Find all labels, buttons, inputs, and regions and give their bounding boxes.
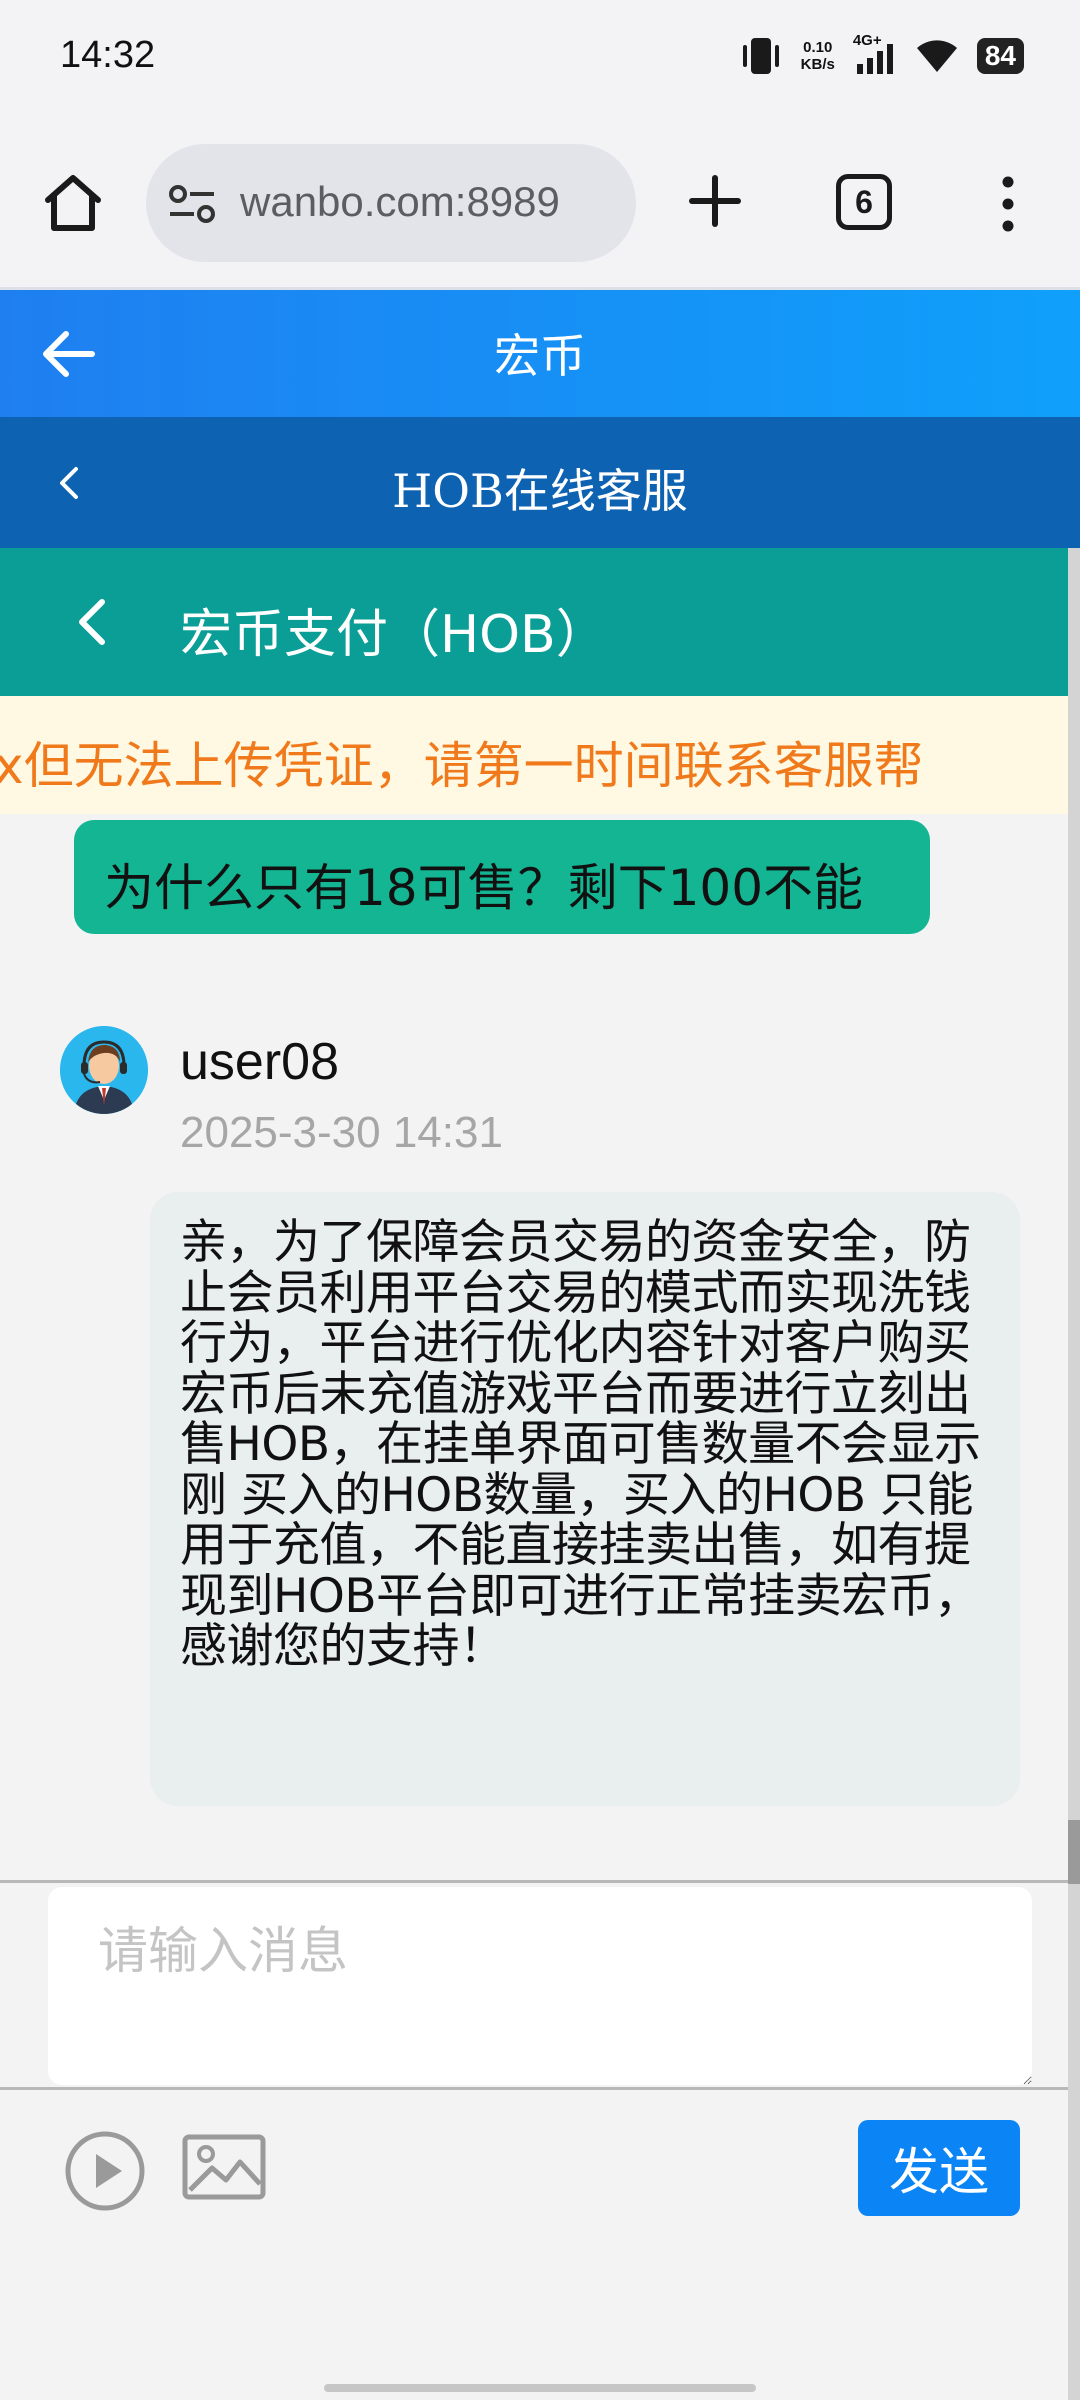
notice-text: x但无法上传凭证，请第一时间联系客服帮	[0, 737, 924, 795]
status-time: 14:32	[60, 34, 156, 76]
battery-indicator: 84	[976, 38, 1024, 74]
tabs-icon[interactable]: 6	[836, 174, 892, 230]
status-bar: 14:32 0.10 KB/s 4G+ 84	[0, 0, 1080, 118]
gesture-nav-handle[interactable]	[324, 2384, 756, 2392]
input-area	[0, 1880, 1068, 2090]
home-icon[interactable]	[40, 170, 106, 236]
network-type: 4G+	[853, 32, 897, 76]
signal-icon	[856, 44, 893, 74]
pay-title: 宏币支付（HOB）	[180, 605, 608, 665]
scrollbar-thumb[interactable]	[1068, 1820, 1080, 1884]
chat-toolbar: 发送	[0, 2090, 1068, 2400]
service-header: HOB在线客服	[0, 417, 1080, 548]
new-tab-icon[interactable]	[688, 174, 742, 228]
scrollbar-track[interactable]	[1068, 548, 1080, 2400]
avatar	[60, 1026, 148, 1114]
message-bubble: 亲，为了保障会员交易的资金安全，防止会员利用平台交易的模式而实现洗钱行为，平台进…	[150, 1192, 1020, 1806]
agent-avatar-icon	[60, 1026, 148, 1114]
message-text: 亲，为了保障会员交易的资金安全，防止会员利用平台交易的模式而实现洗钱行为，平台进…	[180, 1215, 981, 1674]
message-timestamp: 2025-3-30 14:31	[180, 1108, 503, 1157]
url-text: wanbo.com:8989	[240, 178, 560, 225]
vibrate-icon	[742, 38, 779, 74]
chat-area: 为什么只有18可售？剩下100不能 user08 2025-3-30 14:31…	[0, 814, 1080, 1880]
quick-question-bubble[interactable]: 为什么只有18可售？剩下100不能	[74, 820, 930, 934]
message-input[interactable]	[48, 1887, 1032, 2085]
chevron-left-icon[interactable]	[72, 594, 112, 650]
sender-name: user08	[180, 1033, 339, 1091]
site-settings-icon[interactable]	[166, 182, 218, 226]
more-menu-icon[interactable]	[996, 174, 1020, 234]
app-header: 宏币	[0, 290, 1080, 417]
pay-header: 宏币支付（HOB）	[0, 548, 1080, 696]
image-icon[interactable]	[182, 2134, 266, 2200]
address-bar[interactable]: wanbo.com:8989	[146, 144, 636, 262]
quick-question-text: 为什么只有18可售？剩下100不能	[104, 859, 864, 917]
app-title: 宏币	[494, 329, 586, 383]
net-speed-value: 0.10	[803, 39, 833, 56]
wifi-icon	[916, 40, 957, 72]
notice-banner: x但无法上传凭证，请第一时间联系客服帮	[0, 696, 1080, 814]
play-icon[interactable]	[64, 2130, 146, 2212]
net-speed-unit: KB/s	[800, 56, 835, 73]
service-title: HOB在线客服	[392, 464, 688, 518]
browser-toolbar: wanbo.com:8989 6	[0, 118, 1080, 290]
send-button[interactable]: 发送	[858, 2120, 1020, 2216]
net-speed: 0.10 KB/s	[801, 39, 835, 73]
status-icons: 0.10 KB/s 4G+ 84	[739, 32, 1024, 78]
